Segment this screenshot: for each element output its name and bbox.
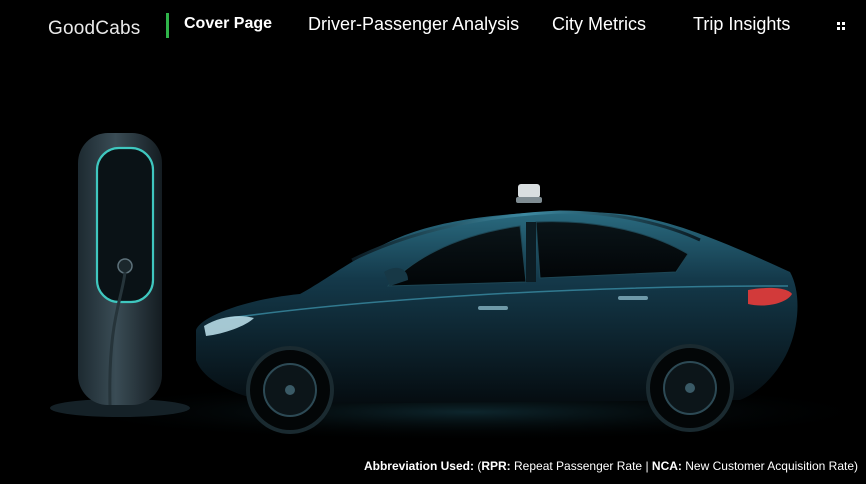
nav-tab-trip-insights[interactable]: Trip Insights <box>693 14 790 35</box>
ev-charger-icon <box>50 133 190 417</box>
footnote-nca-text: New Customer Acquisition Rate) <box>685 459 858 473</box>
nav-tab-cover-page[interactable]: Cover Page <box>184 15 272 33</box>
cover-page: GoodCabs Cover Page Driver-Passenger Ana… <box>0 0 866 484</box>
active-tab-indicator <box>166 13 169 38</box>
grid-icon-glyph <box>837 22 845 30</box>
footnote-separator: | <box>645 459 649 473</box>
footnote-nca-key: NCA: <box>651 459 682 473</box>
nav-tab-city-metrics[interactable]: City Metrics <box>552 14 646 35</box>
rear-wheel <box>646 344 734 432</box>
footnote-rpr-key: RPR: <box>481 459 511 473</box>
top-navigation: GoodCabs Cover Page Driver-Passenger Ana… <box>0 0 866 52</box>
brand-logo: GoodCabs <box>48 18 141 39</box>
nav-tab-driver-passenger-analysis[interactable]: Driver-Passenger Analysis <box>308 14 519 35</box>
hero-image <box>50 133 866 442</box>
abbreviation-footnote: Abbreviation Used: (RPR: Repeat Passenge… <box>364 459 858 473</box>
footnote-rpr-text: Repeat Passenger Rate <box>514 459 643 473</box>
footnote-lead: Abbreviation Used: <box>363 459 474 473</box>
taxi-car-icon <box>196 184 798 434</box>
front-wheel <box>246 346 334 434</box>
grid-icon[interactable] <box>833 18 849 34</box>
